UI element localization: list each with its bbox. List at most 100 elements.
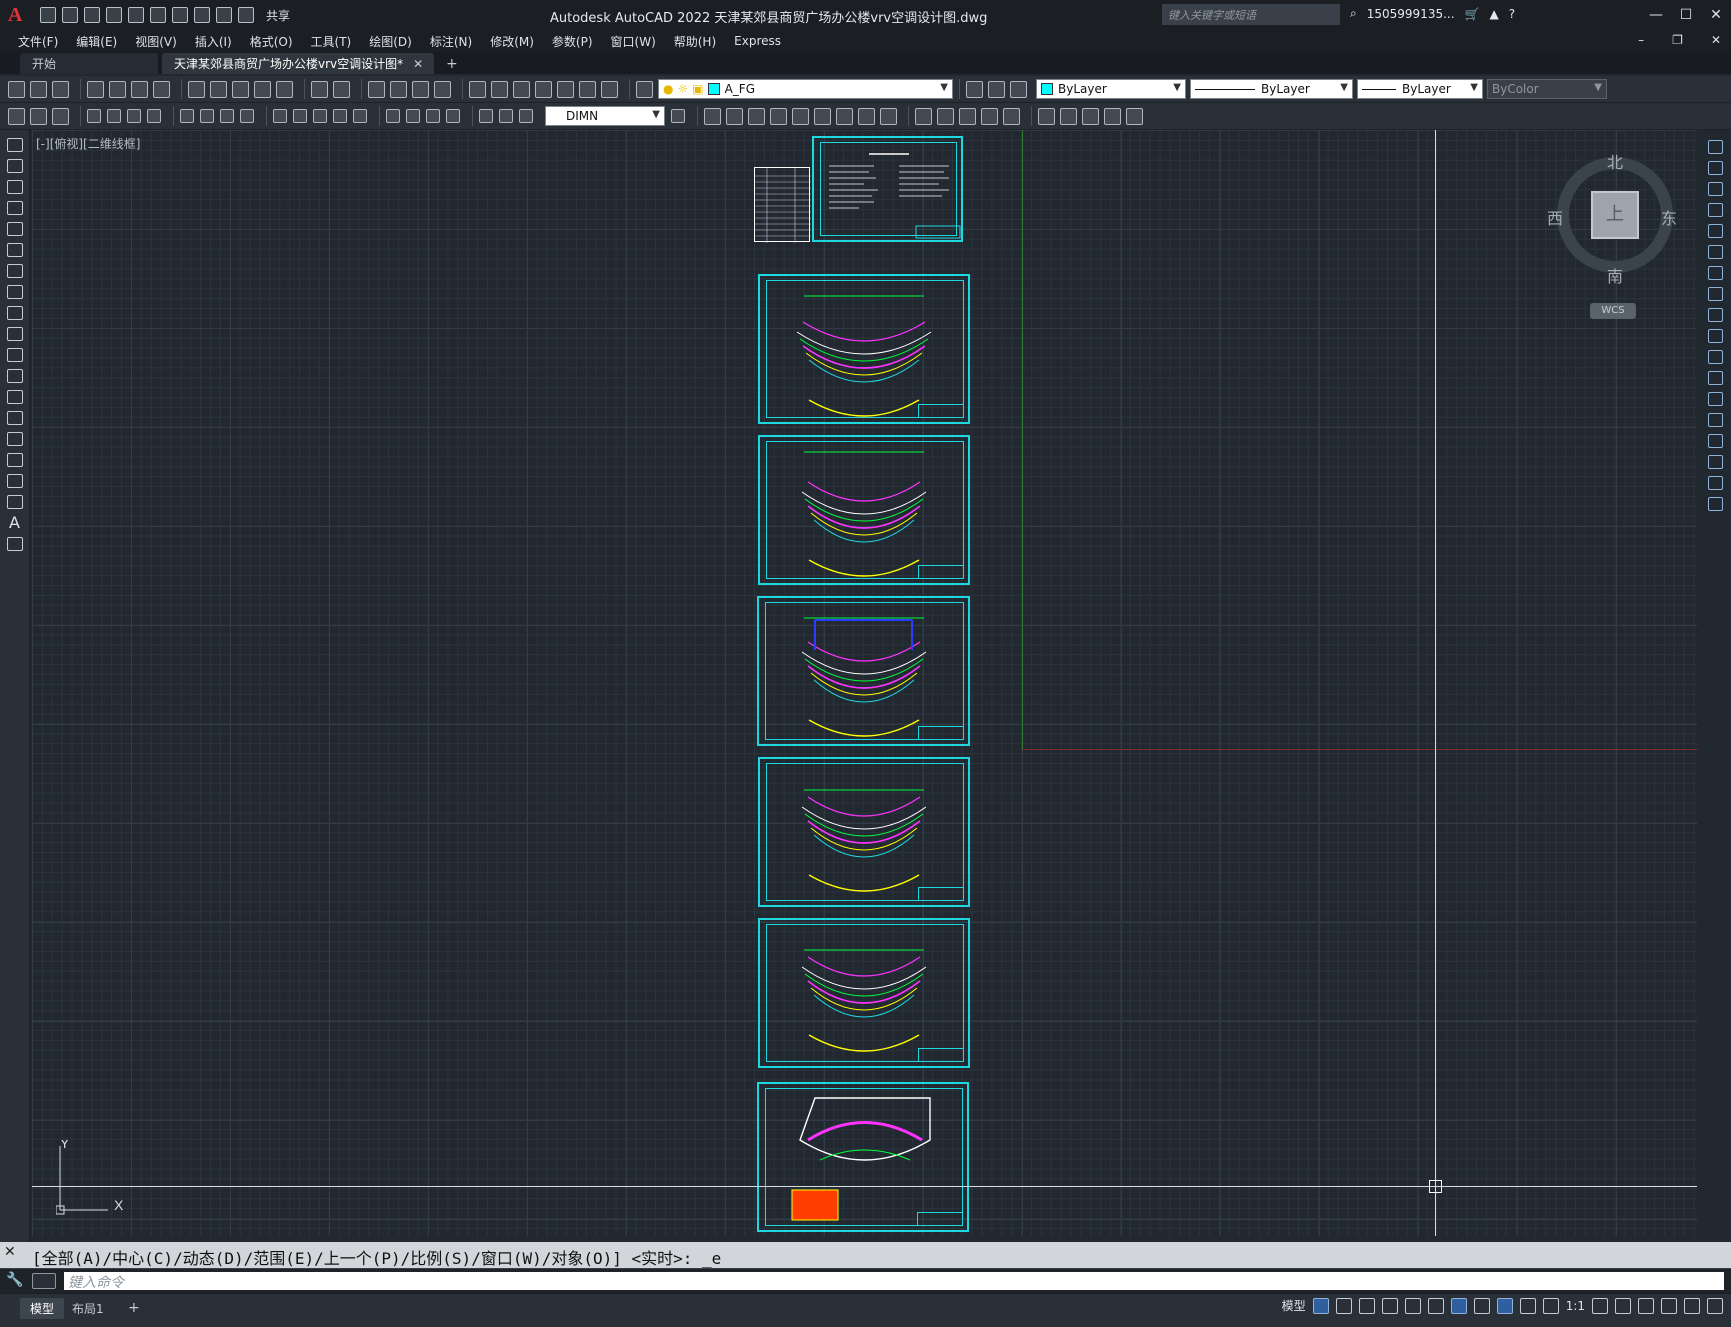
grid-icon[interactable] xyxy=(1312,1297,1329,1314)
break-at-point-icon[interactable] xyxy=(1707,371,1723,385)
ortho-icon[interactable] xyxy=(1358,1297,1375,1314)
search-input[interactable]: 键入关键字或短语 xyxy=(1162,4,1340,25)
tab-start[interactable]: 开始 xyxy=(20,53,158,74)
draw-order-icon[interactable] xyxy=(8,107,25,125)
jogged-linear-icon[interactable] xyxy=(446,109,460,123)
sheet-floor-plan-1[interactable] xyxy=(758,274,970,424)
menu-file[interactable]: 文件(F) xyxy=(18,33,58,50)
dim-space-icon[interactable] xyxy=(333,109,347,123)
markup-icon[interactable] xyxy=(557,80,574,98)
ellipse-arc-icon[interactable] xyxy=(6,348,23,362)
explode-icon[interactable] xyxy=(1707,497,1723,511)
linetype-dropdown[interactable]: ByLayer ▼ xyxy=(1190,79,1353,99)
diameter-dim-icon[interactable] xyxy=(220,109,234,123)
erase-icon[interactable] xyxy=(1707,140,1723,154)
doc-close-icon[interactable]: ✕ xyxy=(1711,33,1721,47)
save-as-icon[interactable] xyxy=(106,7,122,23)
baseline-dim-icon[interactable] xyxy=(293,109,307,123)
new-file-icon[interactable] xyxy=(40,7,56,23)
3d-slice-icon[interactable] xyxy=(792,107,809,125)
maximize-button[interactable]: ☐ xyxy=(1671,0,1701,30)
menu-view[interactable]: 视图(V) xyxy=(135,33,177,50)
image-icon[interactable] xyxy=(1126,107,1143,125)
minimize-button[interactable]: — xyxy=(1641,0,1671,30)
continue-dim-icon[interactable] xyxy=(313,109,327,123)
auto-scale-icon[interactable] xyxy=(1519,1297,1536,1314)
new-icon[interactable] xyxy=(8,80,25,98)
circle-icon[interactable] xyxy=(6,264,23,278)
visual-style-icon[interactable] xyxy=(915,107,932,125)
blend-curves-icon[interactable] xyxy=(1707,476,1723,490)
inspection-icon[interactable] xyxy=(426,109,440,123)
new-tab-button[interactable]: + xyxy=(446,54,458,74)
sheet-set-icon[interactable] xyxy=(535,80,552,98)
isodraft-icon[interactable] xyxy=(1404,1297,1421,1314)
sheet-index-table[interactable] xyxy=(754,167,811,243)
3d-print-icon[interactable] xyxy=(153,80,170,98)
pan-icon[interactable] xyxy=(368,80,385,98)
menu-insert[interactable]: 插入(I) xyxy=(195,33,232,50)
autodesk-app-icon[interactable]: ▲ xyxy=(1489,7,1498,21)
autocad-logo[interactable]: A xyxy=(8,4,30,26)
clip-icon[interactable] xyxy=(1082,107,1099,125)
annotation-visibility-icon[interactable] xyxy=(1496,1297,1513,1314)
object-snap-tracking-icon[interactable] xyxy=(1427,1297,1444,1314)
ordinate-dim-icon[interactable] xyxy=(147,109,161,123)
point-icon[interactable] xyxy=(6,411,23,425)
spline-icon[interactable] xyxy=(6,306,23,320)
polar-icon[interactable] xyxy=(1381,1297,1398,1314)
hatch-back-icon[interactable] xyxy=(52,107,69,125)
lineweight-icon[interactable] xyxy=(1473,1297,1490,1314)
region-icon[interactable] xyxy=(6,474,23,488)
command-input[interactable]: 键入命令 xyxy=(64,1272,1724,1291)
copy-icon[interactable] xyxy=(210,80,227,98)
chamfer-icon[interactable] xyxy=(1707,434,1723,448)
viewcube-top-face[interactable]: 上 xyxy=(1591,191,1639,239)
revision-cloud-icon[interactable] xyxy=(6,285,23,299)
join-icon[interactable] xyxy=(1707,413,1723,427)
cut-icon[interactable] xyxy=(188,80,205,98)
sheet-floor-plan-5[interactable] xyxy=(758,918,970,1068)
dim-text-edit-icon[interactable] xyxy=(499,109,513,123)
sheet-floor-plan-2[interactable] xyxy=(758,435,970,585)
undo-icon[interactable] xyxy=(311,80,328,98)
menu-draw[interactable]: 绘图(D) xyxy=(369,33,412,50)
help-icon[interactable]: ? xyxy=(1509,7,1515,21)
match-properties-icon[interactable] xyxy=(254,80,271,98)
menu-modify[interactable]: 修改(M) xyxy=(490,33,534,50)
block-editor-icon[interactable] xyxy=(276,80,293,98)
recent-commands-icon[interactable] xyxy=(32,1273,56,1289)
insert-block-icon[interactable] xyxy=(6,369,23,383)
3d-loft-icon[interactable] xyxy=(858,107,875,125)
trim-icon[interactable] xyxy=(1707,329,1723,343)
customization-icon[interactable] xyxy=(1707,1297,1723,1314)
add-selected-icon[interactable] xyxy=(6,537,23,551)
stretch-icon[interactable] xyxy=(1707,308,1723,322)
layer-previous-icon[interactable] xyxy=(988,80,1005,98)
save-icon[interactable] xyxy=(84,7,100,23)
aligned-dim-icon[interactable] xyxy=(107,109,121,123)
layer-properties-icon[interactable] xyxy=(636,80,653,98)
break-icon[interactable] xyxy=(1707,392,1723,406)
compass-east[interactable]: 东 xyxy=(1661,205,1677,229)
material-icon[interactable] xyxy=(959,107,976,125)
redo-icon[interactable] xyxy=(333,80,350,98)
rectangle-icon[interactable] xyxy=(6,222,23,236)
scale-icon[interactable] xyxy=(1707,287,1723,301)
compass-west[interactable]: 西 xyxy=(1547,205,1563,229)
publish-icon[interactable] xyxy=(131,80,148,98)
menu-dimension[interactable]: 标注(N) xyxy=(430,33,472,50)
3d-union-icon[interactable] xyxy=(726,107,743,125)
redo-icon[interactable] xyxy=(216,7,232,23)
annotation-scale-icon[interactable] xyxy=(1542,1297,1559,1314)
plot-preview-icon[interactable] xyxy=(109,80,126,98)
layer-dropdown[interactable]: ● ☼ ▣ A_FG ▼ xyxy=(658,79,953,99)
multiline-text-icon[interactable]: A xyxy=(7,515,23,531)
zoom-window-icon[interactable] xyxy=(412,80,429,98)
paste-icon[interactable] xyxy=(232,80,249,98)
share-button[interactable]: 共享 xyxy=(266,7,290,24)
offset-icon[interactable] xyxy=(1707,203,1723,217)
color-dropdown[interactable]: ByLayer ▼ xyxy=(1036,79,1186,99)
add-layout-button[interactable]: + xyxy=(118,1298,150,1318)
dimstyle-dropdown[interactable]: DIMN ▼ xyxy=(545,106,665,126)
